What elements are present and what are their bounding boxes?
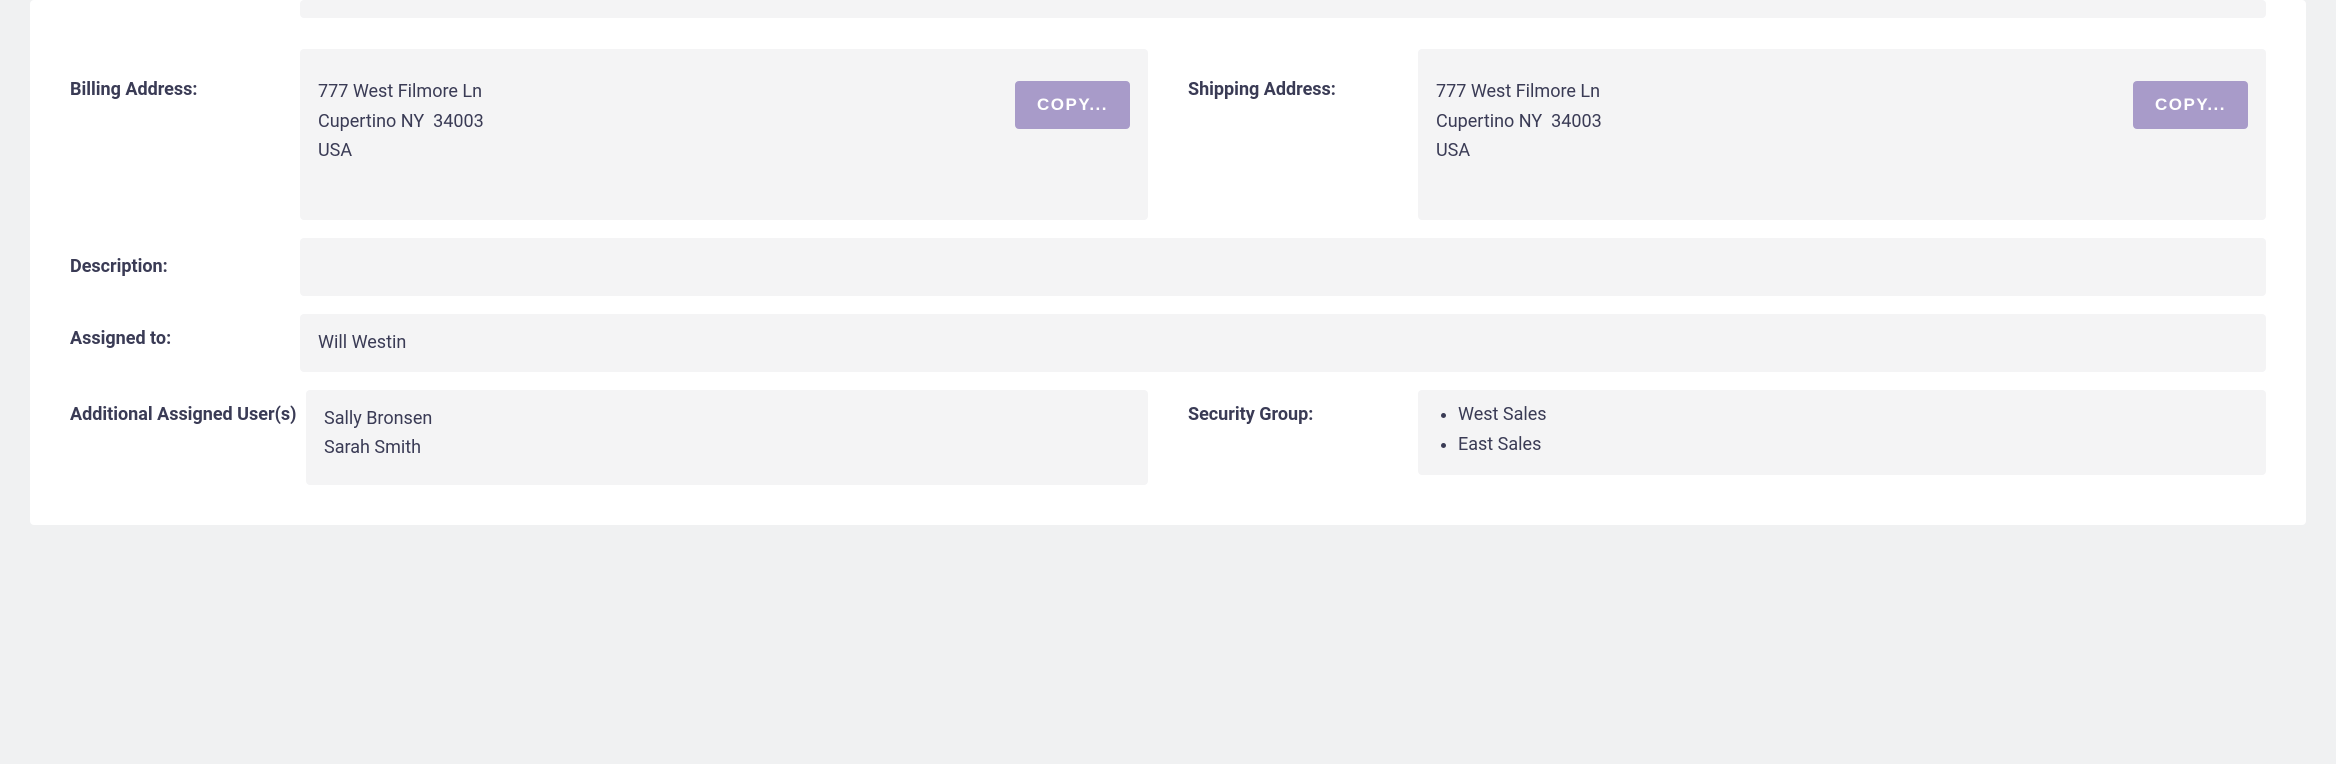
security-group-list: West Sales East Sales [1436, 400, 2248, 461]
security-group-field: Security Group: West Sales East Sales [1188, 390, 2266, 485]
additional-security-row: Additional Assigned User(s) Sally Bronse… [70, 390, 2266, 485]
detail-card: x Billing Address: 777 West Filmore Ln C… [30, 0, 2306, 525]
description-label: Description: [70, 238, 300, 277]
description-field: Description: [70, 238, 2266, 296]
security-group-value: West Sales East Sales [1418, 390, 2266, 475]
assigned-to-label: Assigned to: [70, 314, 300, 349]
billing-address-line2: Cupertino NY 34003 [318, 107, 1015, 137]
description-row: Description: [70, 238, 2266, 296]
additional-user-0: Sally Bronsen [324, 404, 1130, 434]
additional-users-value: Sally Bronsen Sarah Smith [306, 390, 1148, 485]
billing-address-line3: USA [318, 136, 1015, 166]
description-value [300, 238, 2266, 296]
address-row: Billing Address: 777 West Filmore Ln Cup… [70, 49, 2266, 220]
shipping-address-line2: Cupertino NY 34003 [1436, 107, 2133, 137]
assigned-to-value: Will Westin [300, 314, 2266, 372]
top-partial-row: x [70, 0, 2266, 21]
billing-address-field: Billing Address: 777 West Filmore Ln Cup… [70, 49, 1148, 220]
shipping-address-line1: 777 West Filmore Ln [1436, 77, 2133, 107]
billing-address-line1: 777 West Filmore Ln [318, 77, 1015, 107]
additional-users-label: Additional Assigned User(s) [70, 390, 306, 425]
shipping-address-label: Shipping Address: [1188, 49, 1418, 100]
billing-address-label: Billing Address: [70, 49, 300, 100]
shipping-address-value: 777 West Filmore Ln Cupertino NY 34003 U… [1418, 49, 2266, 220]
additional-users-field: Additional Assigned User(s) Sally Bronse… [70, 390, 1148, 485]
shipping-address-text: 777 West Filmore Ln Cupertino NY 34003 U… [1436, 77, 2133, 166]
security-group-item-1: East Sales [1458, 430, 2248, 461]
top-partial-value [300, 0, 2266, 18]
shipping-address-line3: USA [1436, 136, 2133, 166]
billing-copy-button[interactable]: COPY... [1015, 81, 1130, 129]
top-partial-field: x [70, 0, 2266, 21]
assigned-to-row: Assigned to: Will Westin [70, 314, 2266, 372]
security-group-item-0: West Sales [1458, 400, 2248, 431]
shipping-address-field: Shipping Address: 777 West Filmore Ln Cu… [1188, 49, 2266, 220]
assigned-to-field: Assigned to: Will Westin [70, 314, 2266, 372]
billing-address-text: 777 West Filmore Ln Cupertino NY 34003 U… [318, 77, 1015, 166]
security-group-label: Security Group: [1188, 390, 1418, 425]
billing-address-value: 777 West Filmore Ln Cupertino NY 34003 U… [300, 49, 1148, 220]
shipping-copy-button[interactable]: COPY... [2133, 81, 2248, 129]
additional-user-1: Sarah Smith [324, 433, 1130, 463]
